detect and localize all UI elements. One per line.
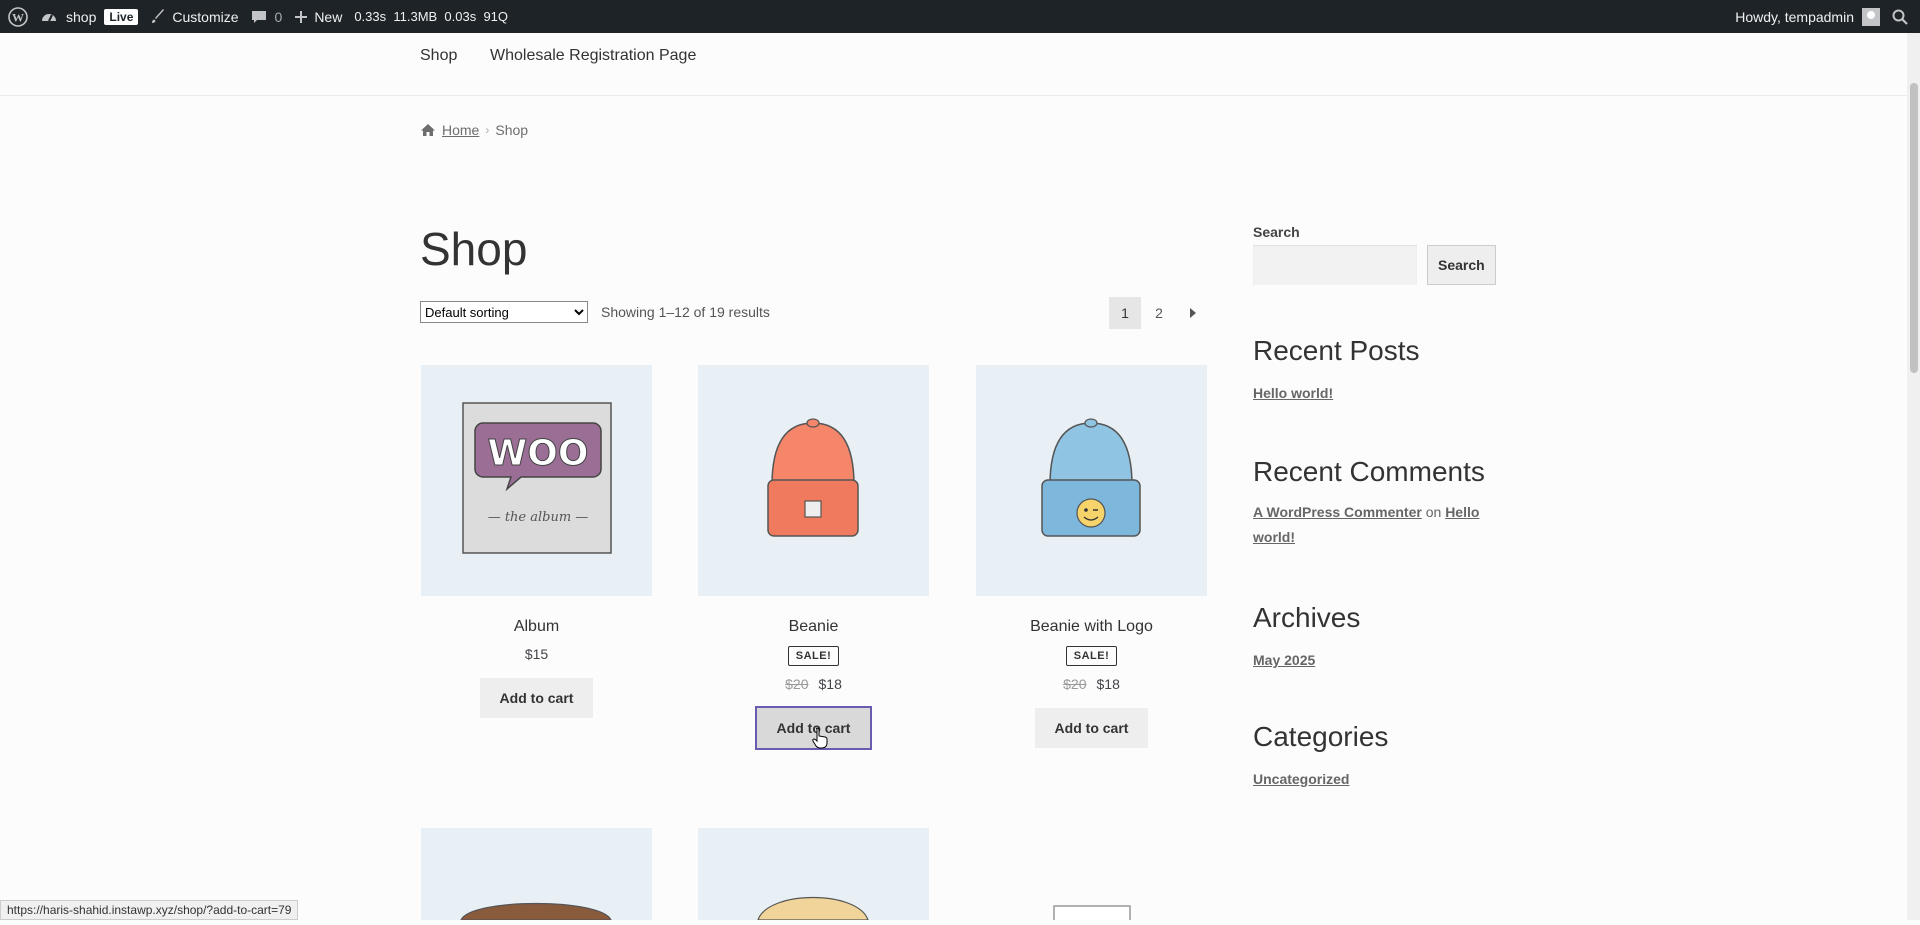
product-price: $20 $18: [976, 676, 1207, 692]
product-image-beanie-with-logo[interactable]: [976, 365, 1207, 596]
breadcrumb: Home › Shop: [420, 122, 528, 138]
nav-item-shop[interactable]: Shop: [420, 47, 457, 65]
admin-search-icon[interactable]: [1886, 0, 1920, 33]
sale-price: $18: [1096, 676, 1120, 692]
my-account-menu[interactable]: Howdy, tempadmin: [1729, 0, 1886, 33]
avatar: [1862, 7, 1880, 26]
scrollbar-thumb[interactable]: [1910, 83, 1918, 373]
product-image-next-row-3[interactable]: [976, 828, 1207, 925]
search-button[interactable]: Search: [1427, 245, 1496, 285]
product-price: $15: [524, 646, 549, 662]
live-badge: Live: [104, 8, 139, 25]
product-image-beanie[interactable]: [698, 365, 929, 596]
result-count: Showing 1–12 of 19 results: [601, 304, 770, 320]
comment-icon: [251, 10, 266, 23]
brush-icon: [152, 8, 165, 23]
product-name[interactable]: Album: [421, 618, 652, 636]
status-bar-url: https://haris-shahid.instawp.xyz/shop/?a…: [0, 900, 299, 920]
old-price: $20: [785, 676, 809, 692]
product-price: $20 $18: [698, 676, 929, 692]
page-title: Shop: [420, 223, 528, 275]
svg-text:W: W: [12, 10, 24, 24]
sorting-select[interactable]: Default sorting: [420, 301, 588, 323]
pagination: 1 2: [1109, 297, 1209, 329]
page-2-link[interactable]: 2: [1143, 297, 1175, 329]
site-name: shop: [66, 8, 97, 25]
next-page-icon[interactable]: [1177, 297, 1209, 329]
old-price: $20: [1063, 676, 1087, 692]
primary-navigation: Shop Wholesale Registration Page: [0, 33, 1907, 96]
product-card-beanie-with-logo: Beanie with Logo SALE! $20 $18 Add to car…: [976, 365, 1207, 748]
archives-title: Archives: [1253, 602, 1361, 633]
sale-price: $18: [818, 676, 842, 692]
admin-bar: W shop Live Customize 0 New 0.33s 11.3MB…: [0, 0, 1920, 33]
comments-link[interactable]: 0: [245, 0, 289, 33]
product-image-album[interactable]: WOO — the album —: [421, 365, 652, 596]
recent-comments-title: Recent Comments: [1253, 456, 1485, 487]
recent-post-link[interactable]: Hello world!: [1253, 385, 1333, 401]
recent-comment-item: A WordPress Commenter on Hello world!: [1253, 504, 1480, 545]
category-link[interactable]: Uncategorized: [1253, 771, 1349, 787]
archive-link[interactable]: May 2025: [1253, 652, 1315, 668]
product-image-next-row-2[interactable]: [698, 828, 929, 920]
search-label: Search: [1253, 224, 1300, 240]
search-input[interactable]: [1253, 245, 1417, 285]
plus-icon: [295, 10, 308, 23]
comment-author-link[interactable]: A WordPress Commenter: [1253, 504, 1422, 520]
breadcrumb-separator-icon: ›: [485, 123, 490, 137]
page-scrollbar[interactable]: [1907, 33, 1920, 920]
page-1-link[interactable]: 1: [1109, 297, 1141, 329]
site-name-menu[interactable]: shop Live: [34, 0, 144, 33]
customize-link[interactable]: Customize: [144, 0, 244, 33]
product-name[interactable]: Beanie: [698, 618, 929, 636]
mouse-cursor-icon: [812, 727, 828, 754]
nav-item-wholesale-registration[interactable]: Wholesale Registration Page: [490, 47, 696, 65]
dashboard-icon: [42, 13, 56, 21]
recent-posts-title: Recent Posts: [1253, 335, 1420, 366]
add-to-cart-button[interactable]: Add to cart: [1034, 708, 1149, 748]
sale-badge: SALE!: [1065, 646, 1118, 666]
add-to-cart-button[interactable]: Add to cart: [479, 678, 594, 718]
product-card-beanie: Beanie SALE! $20 $18 Add to cart: [698, 365, 929, 750]
product-card-album: WOO — the album — Album $15 Add to cart: [421, 365, 652, 718]
breadcrumb-current: Shop: [495, 122, 529, 138]
categories-title: Categories: [1253, 721, 1389, 752]
svg-text:WOO: WOO: [488, 433, 589, 474]
wordpress-logo-icon[interactable]: W: [0, 0, 34, 33]
query-monitor-stats[interactable]: 0.33s 11.3MB 0.03s 91Q: [348, 0, 514, 33]
product-image-next-row-1[interactable]: [421, 828, 652, 920]
sidebar: Search Search Recent Posts Hello world! …: [1253, 224, 1496, 792]
home-icon: [421, 124, 435, 136]
sale-badge: SALE!: [787, 646, 840, 666]
product-name[interactable]: Beanie with Logo: [976, 618, 1207, 636]
new-content-menu[interactable]: New: [288, 0, 348, 33]
breadcrumb-home-link[interactable]: Home: [442, 122, 479, 138]
svg-text:— the album —: — the album —: [488, 510, 589, 525]
